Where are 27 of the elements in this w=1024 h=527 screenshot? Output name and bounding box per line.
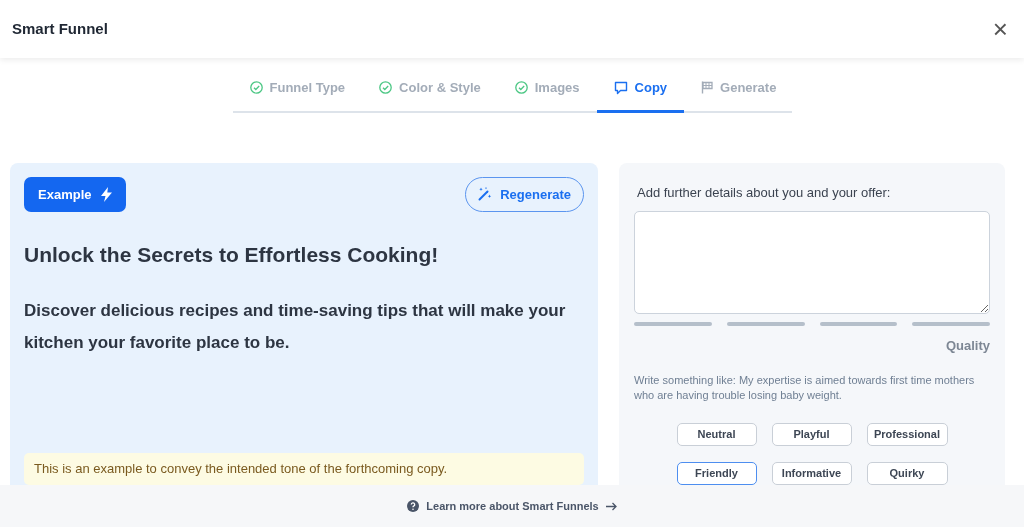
tone-button[interactable]: Professional [866,422,948,446]
example-subheadline: Discover delicious recipes and time-saving tips that will make your kitchen your favorite place to be. [24,300,567,355]
magic-wand-icon [478,187,493,202]
tone-button[interactable]: Quirky [866,461,948,485]
tone-button[interactable]: Neutral [676,422,757,446]
hint-text: Write something like: My expertise is aimed towards first time mothers who are having trouble losing baby weight. [634,372,976,403]
check-circle-icon [514,81,528,95]
check-circle-icon [249,81,263,95]
learn-more-link[interactable]: Learn more about Smart Funnels [407,497,617,515]
lightning-icon [101,186,113,202]
step-tab[interactable]: Copy [596,70,685,113]
close-button[interactable]: × [988,16,1012,42]
quality-label: Quality [944,337,990,355]
tone-button[interactable]: Playful [771,422,852,446]
tone-button[interactable]: Informative [771,461,852,485]
example-headline: Unlock the Secrets to Effortless Cooking! [24,242,440,268]
speech-bubble-icon [613,80,628,95]
details-textarea[interactable] [634,211,990,314]
example-button[interactable]: Example [24,176,127,212]
check-circle-icon [379,81,393,95]
flag-icon [701,81,714,95]
details-label: Add further details about you and your offer: [637,183,892,202]
modal-title: Smart Funnel [12,18,108,39]
arrow-right-icon [605,501,617,511]
help-icon [407,500,420,512]
tone-button[interactable]: Friendly [676,461,757,485]
example-note: This is an example to convey the intended tone of the forthcoming copy. [24,453,584,485]
